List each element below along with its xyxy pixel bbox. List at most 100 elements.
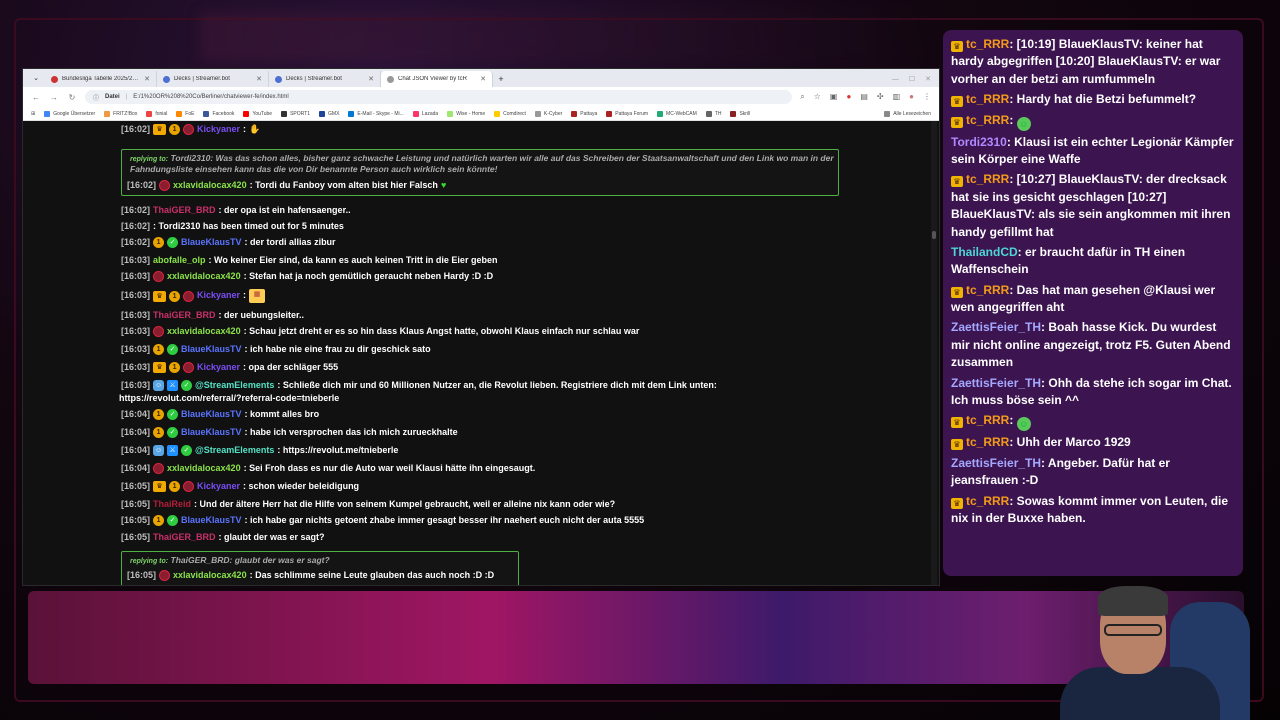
bookmark-item[interactable]: Lazada <box>412 110 438 117</box>
username[interactable]: Kickyaner <box>197 124 240 135</box>
chat-line: [16:02] 1 ✓ BlaueKlausTV : der tordi all… <box>121 237 336 249</box>
overlay-message: ♛ tc_RRR: ☺ <box>951 112 1235 131</box>
bookmark-item[interactable]: fonial <box>146 110 167 117</box>
url-field[interactable]: ⓘ Datei | E:/1%20OR%208%20Co/Berliner/ch… <box>85 90 793 104</box>
message-text: : Und der ältere Herr hat die Hilfe von … <box>194 499 616 509</box>
bookmark-item[interactable]: Wise - Home <box>447 110 485 117</box>
bookmark-item[interactable]: FoE <box>176 110 194 117</box>
extension-icon[interactable]: ▤ <box>860 92 868 102</box>
bookmarks-bar: ⊞ Google Übersetzer FRITZ!Box fonial FoE… <box>23 107 939 121</box>
tab-chat-json-viewer[interactable]: Chat JSON Viewer by tcR ✕ <box>381 71 493 87</box>
username[interactable]: Kickyaner <box>197 481 240 492</box>
tab-search-icon[interactable]: ⌄ <box>27 69 45 87</box>
sub-badge-icon: 1 <box>169 362 181 374</box>
bookmark-item[interactable]: GMX <box>319 110 339 117</box>
flag-badge-icon <box>183 290 195 302</box>
overlay-message: ZaettisFeier_TH: Boah hasse Kick. Du wur… <box>951 319 1235 371</box>
username[interactable]: ThaiGER_BRD <box>153 205 216 216</box>
extension-icon[interactable]: ● <box>846 92 851 102</box>
close-window-icon[interactable]: ✕ <box>925 75 931 83</box>
sub-badge-icon: 1 <box>169 481 181 493</box>
username[interactable]: ThaiGER_BRD <box>153 310 216 321</box>
bookmark-item[interactable]: FRITZ!Box <box>104 110 137 117</box>
menu-dots-icon[interactable]: ⋮ <box>923 92 931 102</box>
scrollbar-thumb[interactable] <box>932 231 936 239</box>
extension-icon[interactable]: ▣ <box>830 92 838 102</box>
bookmark-item[interactable]: Facebook <box>203 110 234 117</box>
sub-badge-icon: 1 <box>169 290 181 302</box>
username[interactable]: BlaueKlausTV <box>181 409 242 420</box>
apps-grid-icon[interactable]: ⊞ <box>31 111 35 117</box>
info-icon[interactable]: ⓘ <box>93 93 99 102</box>
username[interactable]: Kickyaner <box>197 362 240 373</box>
new-tab-button[interactable]: + <box>493 71 509 87</box>
message-text: : https://revolut.me/tnieberle <box>277 445 399 455</box>
timestamp: [16:03] <box>121 310 151 320</box>
bookmark-item[interactable]: TH <box>705 110 721 117</box>
timestamp: [16:05] <box>127 570 157 580</box>
tab-decks-1[interactable]: Decks | Streamer.bot ✕ <box>157 71 269 87</box>
bookmark-item[interactable]: MC-WebCAM <box>657 110 697 117</box>
blurred-area <box>200 12 920 62</box>
username[interactable]: @StreamElements <box>195 380 274 391</box>
username[interactable]: xxlavidalocax420 <box>167 463 241 474</box>
close-tab-icon[interactable]: ✕ <box>480 75 486 83</box>
flag-badge-icon <box>159 570 171 582</box>
forward-icon[interactable]: → <box>49 93 59 102</box>
minimize-icon[interactable]: — <box>892 76 899 83</box>
timestamp: [16:04] <box>121 463 151 473</box>
browser-window: ⌄ Bundesliga Tabelle 2025/2026 ✕ Decks |… <box>22 68 940 586</box>
username[interactable]: ThaiGER_BRD <box>153 532 216 543</box>
message-text: : Tordi du Fanboy vom alten bist hier Fa… <box>249 180 438 190</box>
verified-badge-icon: ✓ <box>167 237 179 249</box>
close-tab-icon[interactable]: ✕ <box>368 75 374 83</box>
username[interactable]: BlaueKlausTV <box>181 427 242 438</box>
username[interactable]: xxlavidalocax420 <box>173 180 247 191</box>
bookmark-item[interactable]: Pattaya Forum <box>606 110 648 117</box>
back-icon[interactable]: ← <box>31 93 41 102</box>
username[interactable]: BlaueKlausTV <box>181 237 242 248</box>
zoom-icon[interactable]: ⌕ <box>800 92 804 102</box>
message-text: : kommt alles bro <box>244 409 320 419</box>
username[interactable]: @StreamElements <box>195 445 274 456</box>
bookmark-item[interactable]: E-Mail - Skype - Mi... <box>348 110 404 117</box>
message-text: : <box>1009 112 1014 127</box>
extensions-puzzle-icon[interactable]: ✣ <box>877 92 884 102</box>
page-scrollbar[interactable] <box>931 121 937 585</box>
profile-avatar-icon[interactable]: ● <box>909 92 914 102</box>
tab-decks-2[interactable]: Decks | Streamer.bot ✕ <box>269 71 381 87</box>
username[interactable]: BlaueKlausTV <box>181 515 242 526</box>
username[interactable]: xxlavidalocax420 <box>167 271 241 282</box>
bookmark-item[interactable]: SPORT1 <box>281 110 310 117</box>
reload-icon[interactable]: ↻ <box>67 93 77 102</box>
message-text: : <box>243 290 247 301</box>
tab-bundesliga[interactable]: Bundesliga Tabelle 2025/2026 ✕ <box>45 71 157 87</box>
system-message: : Tordi2310 has been timed out for 5 min… <box>153 221 344 231</box>
bookmark-item[interactable]: YouTube <box>243 110 272 117</box>
all-bookmarks[interactable]: Alle Lesezeichen <box>884 110 931 117</box>
message-text: : <box>1009 413 1014 428</box>
bookmark-item[interactable]: Comdirect <box>494 110 526 117</box>
close-tab-icon[interactable]: ✕ <box>256 75 262 83</box>
close-tab-icon[interactable]: ✕ <box>144 75 150 83</box>
bookmark-item[interactable]: K-Cyber <box>534 110 562 117</box>
bot-badge-icon: ☺ <box>153 380 165 392</box>
verified-badge-icon: ✓ <box>167 427 179 439</box>
username[interactable]: BlaueKlausTV <box>181 344 242 355</box>
sidepanel-icon[interactable]: ▥ <box>893 92 901 102</box>
username[interactable]: xxlavidalocax420 <box>167 326 241 337</box>
bookmark-item[interactable]: Skrill <box>730 110 750 117</box>
timestamp: [16:03] <box>121 362 151 372</box>
verified-badge-icon: ✓ <box>167 344 179 356</box>
bookmark-item[interactable]: Google Übersetzer <box>44 110 95 117</box>
username[interactable]: Kickyaner <box>197 290 240 301</box>
bookmark-star-icon[interactable]: ☆ <box>814 92 821 102</box>
sub-badge-icon: 1 <box>169 124 181 136</box>
message-link[interactable]: https://revolut.com/referral/?referral-c… <box>119 393 339 404</box>
username[interactable]: ThaiReid <box>153 499 191 510</box>
username[interactable]: xxlavidalocax420 <box>173 570 247 581</box>
timestamp: [16:04] <box>121 427 151 437</box>
bookmark-item[interactable]: Pattaya <box>571 110 597 117</box>
username[interactable]: abofalle_olp <box>153 255 206 266</box>
maximize-icon[interactable]: ☐ <box>909 75 915 83</box>
